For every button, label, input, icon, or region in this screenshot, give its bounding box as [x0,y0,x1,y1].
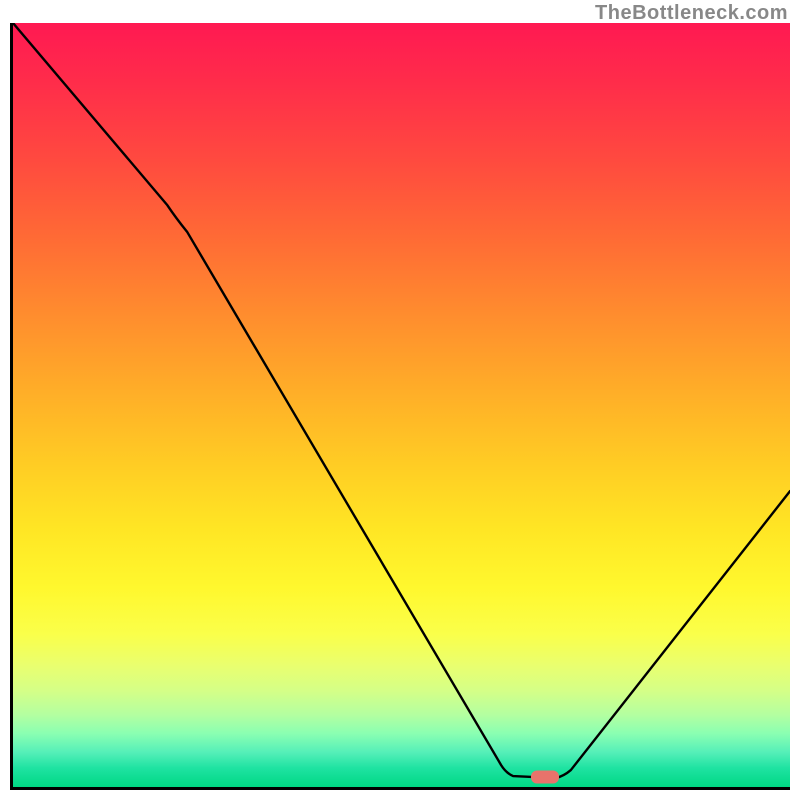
optimum-marker [531,771,559,784]
chart-plot-area [10,23,790,790]
attribution-text: TheBottleneck.com [595,2,788,25]
bottleneck-curve [13,23,790,787]
